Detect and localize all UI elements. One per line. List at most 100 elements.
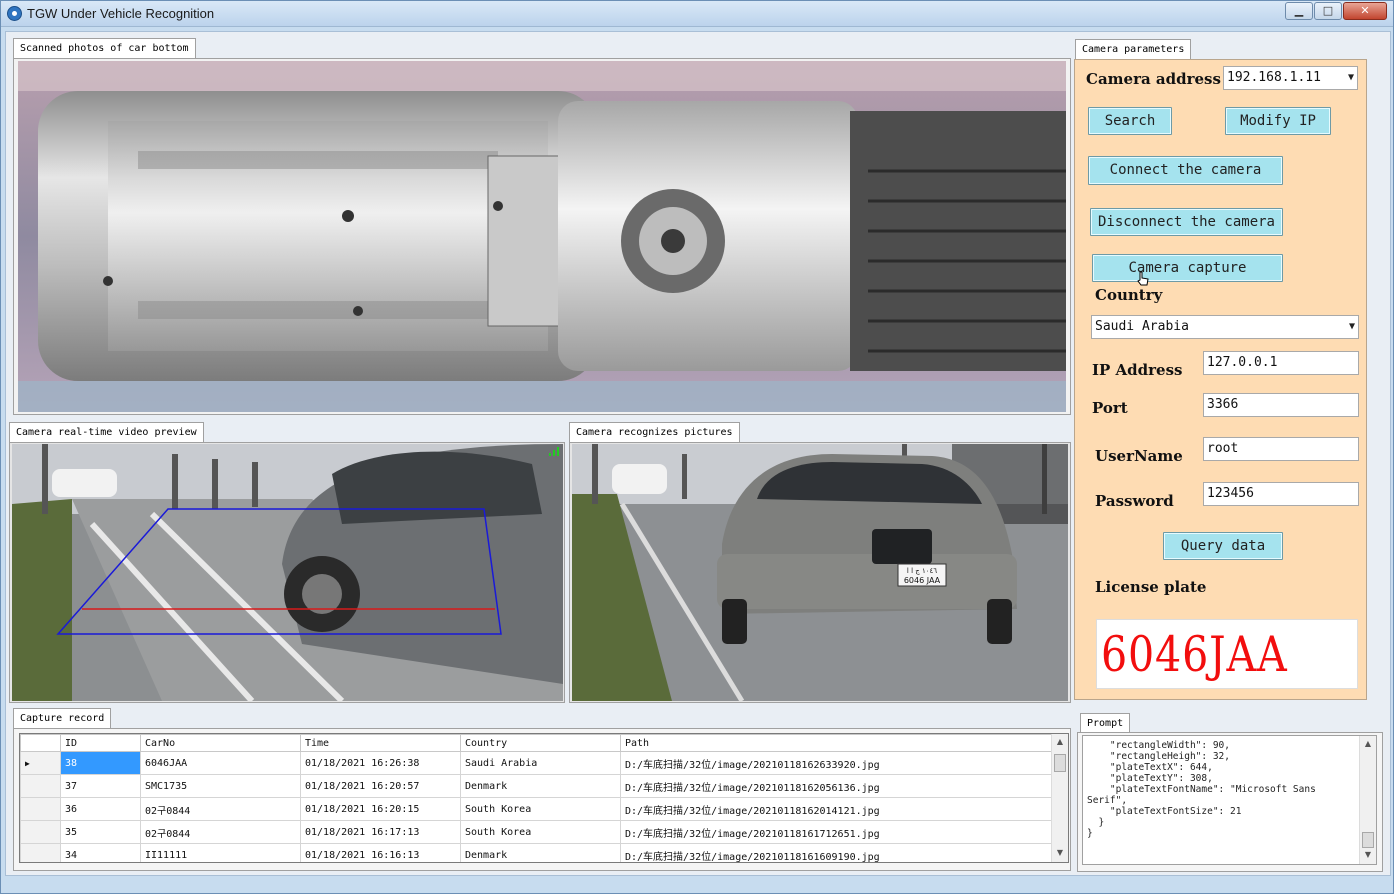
cell-time[interactable]: 01/18/2021 16:26:38 — [300, 751, 461, 775]
camera-address-label: Camera address — [1086, 70, 1221, 88]
port-input[interactable]: 3366 — [1203, 393, 1359, 417]
cell-path[interactable]: D:/车底扫描/32位/image/20210118162056136.jpg — [620, 774, 1053, 798]
row-header[interactable] — [20, 843, 61, 862]
record-scrollbar[interactable]: ▲ ▼ — [1051, 734, 1068, 862]
scroll-thumb[interactable] — [1054, 754, 1066, 772]
cell-path[interactable]: D:/车底扫描/32位/image/20210118161609190.jpg — [620, 843, 1053, 862]
password-label: Password — [1095, 492, 1174, 510]
username-label: UserName — [1095, 447, 1183, 465]
record-table: ID CarNo Time Country Path ▶ 38 6046JAA … — [20, 734, 1053, 862]
column-header-path[interactable]: Path — [620, 734, 1053, 752]
plate-sign-arabic: ١٠٤٦ ج ا ا — [907, 567, 937, 575]
cell-path[interactable]: D:/车底扫描/32位/image/20210118162014121.jpg — [620, 797, 1053, 821]
plate-sign-latin: 6046 JAA — [904, 576, 941, 585]
tab-scanned-photos[interactable]: Scanned photos of car bottom — [13, 38, 196, 58]
column-header-time[interactable]: Time — [300, 734, 461, 752]
cell-carno[interactable]: 02구0844 — [140, 820, 301, 844]
column-header-carno[interactable]: CarNo — [140, 734, 301, 752]
car-bottom-scan-image — [18, 61, 1066, 412]
cell-country[interactable]: South Korea — [460, 820, 621, 844]
row-header[interactable] — [20, 820, 61, 844]
preview-panel — [9, 442, 565, 703]
column-header-country[interactable]: Country — [460, 734, 621, 752]
disconnect-camera-button[interactable]: Disconnect the camera — [1090, 208, 1283, 236]
recognize-panel: ١٠٤٦ ج ا ا 6046 JAA — [569, 442, 1071, 703]
chevron-down-icon[interactable]: ▼ — [1349, 316, 1355, 338]
ip-address-label: IP Address — [1092, 361, 1183, 379]
cell-time[interactable]: 01/18/2021 16:20:57 — [300, 774, 461, 798]
country-value: Saudi Arabia — [1095, 319, 1189, 334]
app-window: TGW Under Vehicle Recognition ▁ □ ✕ Scan… — [0, 0, 1394, 894]
column-header-id[interactable]: ID — [60, 734, 141, 752]
query-data-button[interactable]: Query data — [1163, 532, 1283, 560]
chevron-down-icon[interactable]: ▼ — [1348, 67, 1354, 89]
table-row[interactable]: ▶ 38 6046JAA 01/18/2021 16:26:38 Saudi A… — [20, 751, 1053, 775]
title-bar[interactable]: TGW Under Vehicle Recognition ▁ □ ✕ — [1, 1, 1393, 27]
cell-time[interactable]: 01/18/2021 16:20:15 — [300, 797, 461, 821]
row-pointer-icon[interactable]: ▶ — [20, 751, 61, 775]
cell-id[interactable]: 36 — [60, 797, 141, 821]
minimize-button[interactable]: ▁ — [1285, 2, 1313, 20]
cell-country[interactable]: South Korea — [460, 797, 621, 821]
table-row[interactable]: 34 II11111 01/18/2021 16:16:13 Denmark D… — [20, 843, 1053, 862]
table-header-row: ID CarNo Time Country Path — [20, 734, 1053, 752]
cell-time[interactable]: 01/18/2021 16:17:13 — [300, 820, 461, 844]
cell-carno[interactable]: II11111 — [140, 843, 301, 862]
cell-id[interactable]: 34 — [60, 843, 141, 862]
prompt-content: "rectangleWidth": 90, "rectangleHeigh": … — [1087, 740, 1316, 839]
cell-carno[interactable]: SMC1735 — [140, 774, 301, 798]
scroll-thumb[interactable] — [1362, 832, 1374, 848]
country-label: Country — [1095, 286, 1163, 304]
tab-capture-record[interactable]: Capture record — [13, 708, 112, 728]
close-button[interactable]: ✕ — [1343, 2, 1387, 20]
password-input[interactable]: 123456 — [1203, 482, 1359, 506]
tab-camera-parameters[interactable]: Camera parameters — [1075, 39, 1192, 59]
username-input[interactable]: root — [1203, 437, 1359, 461]
cell-path[interactable]: D:/车底扫描/32位/image/20210118161712651.jpg — [620, 820, 1053, 844]
ip-address-input[interactable]: 127.0.0.1 — [1203, 351, 1359, 375]
row-header[interactable] — [20, 797, 61, 821]
license-plate-label: License plate — [1095, 578, 1207, 596]
hand-cursor-icon — [1137, 271, 1149, 287]
cell-carno[interactable]: 02구0844 — [140, 797, 301, 821]
cell-country[interactable]: Denmark — [460, 843, 621, 862]
scroll-up-icon[interactable]: ▲ — [1360, 737, 1376, 751]
table-row[interactable]: 36 02구0844 01/18/2021 16:20:15 South Kor… — [20, 797, 1053, 821]
connect-camera-button[interactable]: Connect the camera — [1088, 156, 1283, 185]
camera-capture-button[interactable]: Camera capture — [1092, 254, 1283, 282]
record-grid[interactable]: ID CarNo Time Country Path ▶ 38 6046JAA … — [19, 733, 1069, 863]
table-row[interactable]: 35 02구0844 01/18/2021 16:17:13 South Kor… — [20, 820, 1053, 844]
license-plate-display: 6046JAA — [1096, 619, 1358, 689]
scroll-down-icon[interactable]: ▼ — [1360, 848, 1376, 862]
scroll-down-icon[interactable]: ▼ — [1052, 846, 1068, 860]
port-label: Port — [1092, 399, 1128, 417]
prompt-scrollbar[interactable]: ▲ ▼ — [1359, 736, 1376, 864]
modify-ip-button[interactable]: Modify IP — [1225, 107, 1331, 135]
scroll-up-icon[interactable]: ▲ — [1052, 735, 1068, 749]
cell-carno[interactable]: 6046JAA — [140, 751, 301, 775]
camera-address-value: 192.168.1.11 — [1227, 70, 1321, 85]
scan-panel — [13, 58, 1071, 415]
camera-address-select[interactable]: 192.168.1.11 ▼ — [1223, 66, 1358, 90]
row-header-corner — [20, 734, 61, 752]
tab-video-preview[interactable]: Camera real-time video preview — [9, 422, 204, 442]
country-select[interactable]: Saudi Arabia ▼ — [1091, 315, 1359, 339]
license-plate-value: 6046JAA — [1101, 626, 1288, 683]
tab-prompt[interactable]: Prompt — [1080, 713, 1131, 733]
cell-path[interactable]: D:/车底扫描/32位/image/20210118162633920.jpg — [620, 751, 1053, 775]
cell-country[interactable]: Saudi Arabia — [460, 751, 621, 775]
cell-id[interactable]: 38 — [60, 751, 141, 775]
table-row[interactable]: 37 SMC1735 01/18/2021 16:20:57 Denmark D… — [20, 774, 1053, 798]
search-button[interactable]: Search — [1088, 107, 1172, 135]
cell-time[interactable]: 01/18/2021 16:16:13 — [300, 843, 461, 862]
tab-recognize-pictures[interactable]: Camera recognizes pictures — [569, 422, 740, 442]
cell-id[interactable]: 37 — [60, 774, 141, 798]
maximize-button[interactable]: □ — [1314, 2, 1342, 20]
recognized-car-image: ١٠٤٦ ج ا ا 6046 JAA — [572, 444, 1068, 701]
row-header[interactable] — [20, 774, 61, 798]
prompt-textbox[interactable]: "rectangleWidth": 90, "rectangleHeigh": … — [1082, 735, 1377, 865]
app-logo-icon — [7, 6, 22, 21]
live-video-image — [12, 444, 563, 701]
cell-id[interactable]: 35 — [60, 820, 141, 844]
cell-country[interactable]: Denmark — [460, 774, 621, 798]
